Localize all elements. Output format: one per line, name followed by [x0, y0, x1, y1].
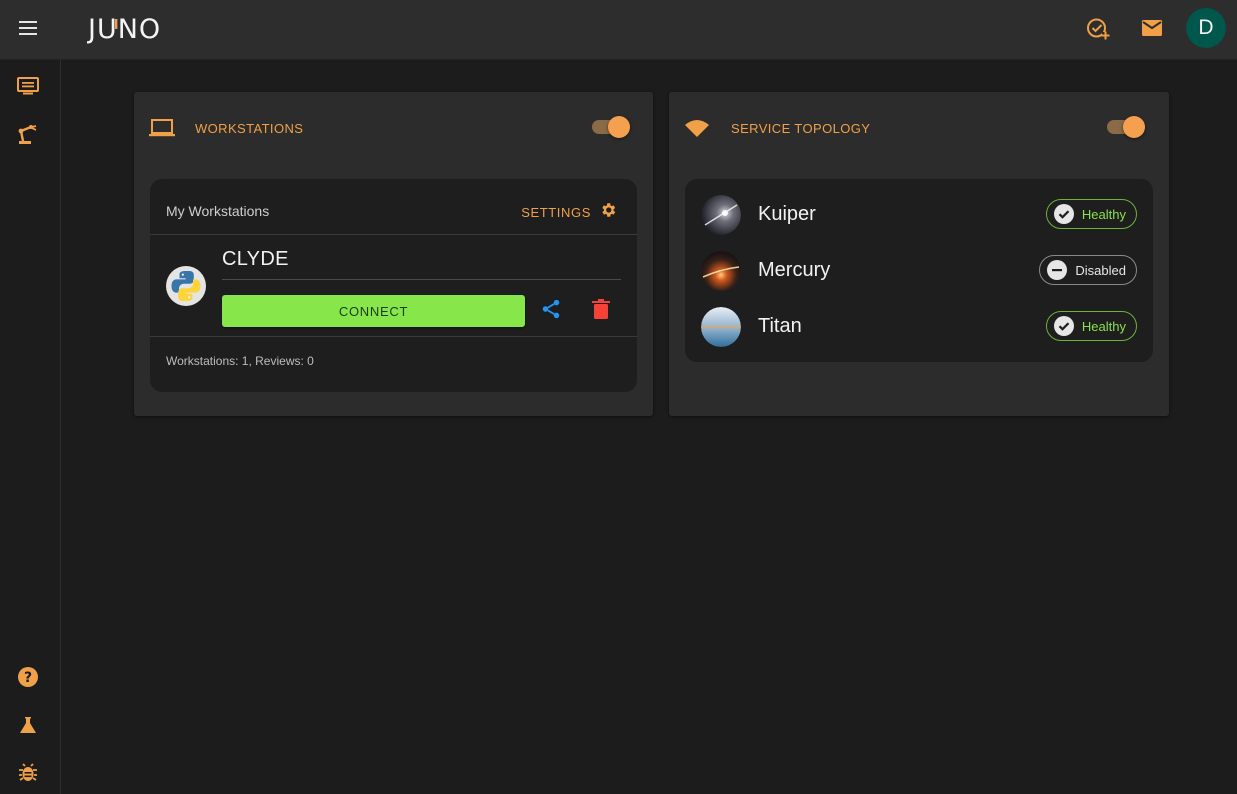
app-bar: JUNO D	[0, 0, 1237, 60]
mail-icon[interactable]	[1132, 8, 1172, 48]
status-chip-healthy: Healthy	[1045, 311, 1137, 341]
delete-icon[interactable]	[589, 297, 613, 321]
robot-arm-icon[interactable]	[16, 122, 40, 146]
status-label: Disabled	[1075, 262, 1126, 278]
my-workstations-panel: My Workstations SETTINGS CLYDE CONNECT W…	[150, 179, 637, 392]
menu-icon[interactable]	[14, 14, 42, 42]
left-nav-rail: ?	[0, 60, 61, 794]
workstation-name-divider	[222, 279, 621, 280]
list-icon[interactable]	[16, 74, 40, 98]
workstations-card: WORKSTATIONS My Workstations SETTINGS CL…	[134, 92, 653, 416]
top-actions: D	[1064, 8, 1226, 48]
check-circle-icon	[1053, 204, 1074, 224]
help-icon[interactable]: ?	[16, 665, 40, 689]
user-avatar[interactable]: D	[1186, 8, 1226, 48]
status-chip-healthy: Healthy	[1045, 199, 1137, 229]
gear-icon	[599, 201, 617, 224]
service-topology-title: SERVICE TOPOLOGY	[731, 121, 871, 136]
flask-icon[interactable]	[16, 713, 40, 737]
service-topology-toggle[interactable]	[1105, 116, 1145, 138]
juno-logo[interactable]: JUNO	[86, 11, 179, 45]
workstations-card-header: WORKSTATIONS	[134, 92, 653, 164]
services-panel: Kuiper Healthy Mercury Disabled Titan He…	[685, 179, 1153, 362]
workstations-title: WORKSTATIONS	[195, 121, 304, 136]
panel-divider	[150, 234, 637, 235]
mercury-avatar	[701, 251, 741, 291]
my-workstations-title: My Workstations	[166, 203, 270, 219]
workstation-name[interactable]: CLYDE	[222, 248, 289, 271]
svg-text:?: ?	[24, 670, 32, 686]
logo-text: JUNO	[87, 14, 161, 45]
service-topology-card-header: SERVICE TOPOLOGY	[669, 92, 1169, 164]
service-name[interactable]: Mercury	[758, 259, 830, 282]
service-name[interactable]: Titan	[758, 315, 802, 338]
wifi-icon	[684, 116, 710, 140]
kuiper-avatar	[701, 195, 741, 235]
python-icon	[166, 266, 206, 306]
service-row: Mercury Disabled	[685, 243, 1153, 299]
panel-divider	[150, 336, 637, 337]
status-chip-disabled: Disabled	[1039, 255, 1137, 285]
check-circle-icon	[1053, 316, 1074, 336]
connect-button[interactable]: CONNECT	[222, 295, 525, 327]
status-label: Healthy	[1081, 206, 1126, 222]
service-row: Titan Healthy	[685, 299, 1153, 355]
service-row: Kuiper Healthy	[685, 187, 1153, 243]
minus-circle-icon	[1047, 260, 1068, 280]
settings-button[interactable]: SETTINGS	[521, 201, 617, 224]
service-name[interactable]: Kuiper	[758, 203, 816, 226]
workstations-toggle[interactable]	[590, 116, 630, 138]
titan-avatar	[701, 307, 741, 347]
share-icon[interactable]	[539, 297, 563, 321]
task-add-icon[interactable]	[1078, 8, 1118, 48]
service-topology-card: SERVICE TOPOLOGY Kuiper Healthy Mercury …	[669, 92, 1169, 416]
laptop-icon	[149, 116, 175, 140]
status-label: Healthy	[1081, 318, 1126, 334]
settings-label: SETTINGS	[521, 205, 591, 220]
workstations-footer: Workstations: 1, Reviews: 0	[166, 354, 314, 368]
bug-icon[interactable]	[16, 761, 40, 785]
